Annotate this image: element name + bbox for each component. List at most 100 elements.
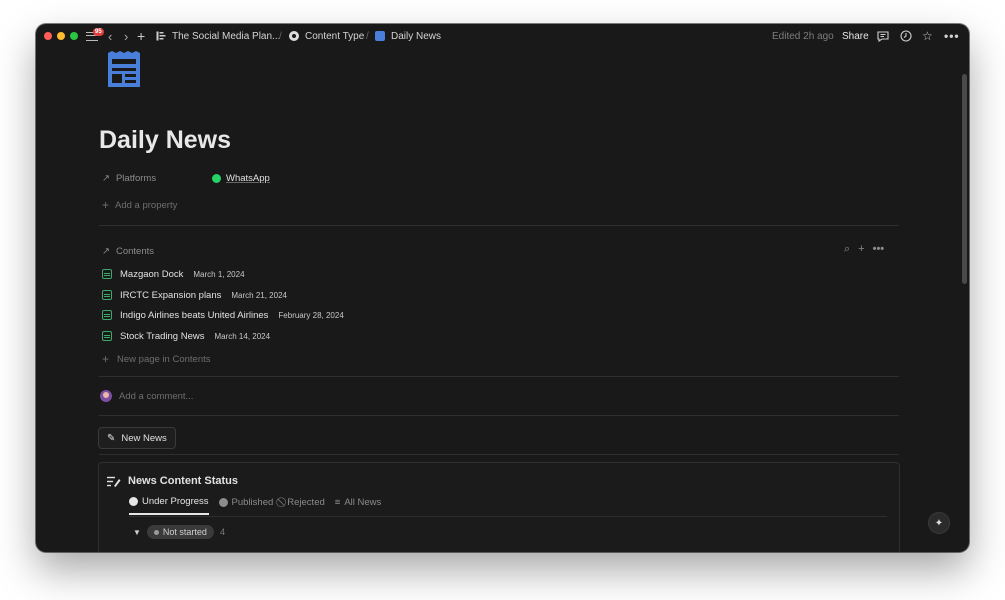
list-item[interactable]: Stock Trading News March 14, 2024 xyxy=(102,329,270,343)
new-news-label: New News xyxy=(121,432,167,444)
database-title-label: News Content Status xyxy=(128,475,239,487)
page-icon xyxy=(102,269,112,279)
tab-label: Rejected xyxy=(287,497,325,508)
comment-input[interactable]: Add a comment... xyxy=(100,390,193,402)
status-dot-icon xyxy=(153,529,159,535)
row-date: March 21, 2024 xyxy=(231,290,287,300)
divider xyxy=(99,225,899,226)
newspaper-icon xyxy=(375,31,385,41)
tab-all-news[interactable]: ≡ All News xyxy=(335,496,382,515)
breadcrumb-item-1[interactable]: The Social Media Plan... xyxy=(156,24,280,48)
comment-placeholder: Add a comment... xyxy=(119,390,194,402)
plus-icon: + xyxy=(102,198,110,212)
favorite-button[interactable]: ☆ xyxy=(922,24,933,48)
new-news-button[interactable]: ✎ New News xyxy=(98,427,176,449)
property-value-label: WhatsApp xyxy=(226,173,270,184)
new-page-in-contents-button[interactable]: + New page in Contents xyxy=(102,352,211,366)
breadcrumb-separator: / xyxy=(366,30,369,42)
ellipsis-icon: ••• xyxy=(944,29,960,43)
divider xyxy=(99,376,899,377)
new-page-button[interactable]: + xyxy=(137,24,145,48)
scrollbar[interactable] xyxy=(962,74,967,284)
tab-label: All News xyxy=(344,497,382,508)
database-title[interactable]: News Content Status xyxy=(107,475,238,487)
row-title: Indigo Airlines beats United Airlines xyxy=(120,309,269,321)
row-title: IRCTC Expansion plans xyxy=(120,289,222,301)
list-edit-icon: ≡ xyxy=(334,497,341,508)
breadcrumb-separator: / xyxy=(279,30,282,42)
breadcrumb-label: The Social Media Plan... xyxy=(172,30,281,42)
plus-icon: + xyxy=(102,352,110,366)
divider xyxy=(99,415,899,416)
breadcrumb-item-3[interactable]: Daily News xyxy=(375,24,441,48)
search-icon[interactable]: ⌕ xyxy=(844,243,850,256)
contents-toolbar: ⌕ + ••• xyxy=(844,243,884,256)
clock-icon xyxy=(900,30,912,42)
app-window: 95 ‹ › + The Social Media Plan... / Cont… xyxy=(36,24,969,552)
caret-down-icon[interactable]: ▼ xyxy=(133,528,141,537)
share-button[interactable]: Share xyxy=(842,24,869,48)
chevron-left-icon: ‹ xyxy=(108,28,113,44)
ellipsis-icon[interactable]: ••• xyxy=(873,243,885,256)
star-icon: ☆ xyxy=(922,29,933,43)
arrow-up-right-icon: ↗ xyxy=(102,173,110,184)
list-item[interactable]: Indigo Airlines beats United Airlines Fe… xyxy=(102,308,344,322)
comments-button[interactable] xyxy=(877,24,889,48)
notification-badge: 95 xyxy=(93,28,104,36)
target-icon xyxy=(289,31,299,41)
forward-button[interactable]: › xyxy=(124,24,128,48)
contents-label: Contents xyxy=(115,246,154,257)
view-tabs: Under Progress Published ⃠ Rejected ≡ Al… xyxy=(129,496,381,515)
status-label: Not started xyxy=(162,527,207,537)
minimize-window-button[interactable] xyxy=(57,32,65,40)
page-title[interactable]: Daily News xyxy=(99,126,231,155)
tab-label: Published xyxy=(231,497,274,508)
maximize-window-button[interactable] xyxy=(70,32,78,40)
edited-timestamp: Edited 2h ago xyxy=(772,30,834,42)
newspaper-icon[interactable] xyxy=(106,51,142,89)
back-button[interactable]: ‹ xyxy=(108,24,112,48)
divider xyxy=(129,516,887,517)
database-view: News Content Status Under Progress Publi… xyxy=(98,462,900,552)
plus-icon: + xyxy=(137,28,146,44)
whatsapp-icon xyxy=(212,174,221,183)
plus-icon[interactable]: + xyxy=(858,243,864,256)
pencil-icon: ✎ xyxy=(107,432,116,444)
close-window-button[interactable] xyxy=(44,32,52,40)
group-header[interactable]: ▼ Not started 4 xyxy=(133,525,225,539)
property-label: Platforms xyxy=(115,173,157,184)
ai-assistant-button[interactable]: ✦ xyxy=(928,512,950,534)
new-page-label: New page in Contents xyxy=(117,353,211,365)
tab-published[interactable]: Published xyxy=(218,496,274,515)
list-item[interactable]: IRCTC Expansion plans March 21, 2024 xyxy=(102,288,287,302)
list-item[interactable]: Mazgaon Dock March 1, 2024 xyxy=(102,267,245,281)
page-icon xyxy=(102,331,112,341)
contents-header[interactable]: ↗ Contents xyxy=(102,246,154,257)
row-date: March 1, 2024 xyxy=(193,269,245,279)
property-row-platforms[interactable]: ↗ Platforms WhatsApp xyxy=(102,173,270,184)
list-edit-icon xyxy=(107,476,121,487)
add-property-button[interactable]: + Add a property xyxy=(102,198,177,212)
divider xyxy=(99,454,899,455)
breadcrumb-label: Content Type xyxy=(305,30,365,42)
tab-rejected[interactable]: ⃠ Rejected xyxy=(283,496,325,515)
check-badge-icon xyxy=(218,498,228,507)
row-title: Mazgaon Dock xyxy=(120,268,184,280)
tab-label: Under Progress xyxy=(142,496,209,507)
document-tree-icon xyxy=(156,31,166,41)
avatar xyxy=(100,390,112,402)
comment-icon xyxy=(877,30,889,42)
property-value[interactable]: WhatsApp xyxy=(212,173,270,184)
row-title: Stock Trading News xyxy=(120,330,205,342)
breadcrumb-label: Daily News xyxy=(391,30,442,42)
arrow-up-right-icon: ↗ xyxy=(102,246,110,257)
more-options-button[interactable]: ••• xyxy=(944,24,960,48)
sparkle-icon: ✦ xyxy=(934,517,944,529)
add-property-label: Add a property xyxy=(115,199,178,211)
chevron-right-icon: › xyxy=(124,28,129,44)
tab-under-progress[interactable]: Under Progress xyxy=(129,496,209,515)
breadcrumb-item-2[interactable]: Content Type xyxy=(289,24,364,48)
page-icon xyxy=(102,310,112,320)
row-date: February 28, 2024 xyxy=(278,310,344,320)
history-button[interactable] xyxy=(900,24,912,48)
